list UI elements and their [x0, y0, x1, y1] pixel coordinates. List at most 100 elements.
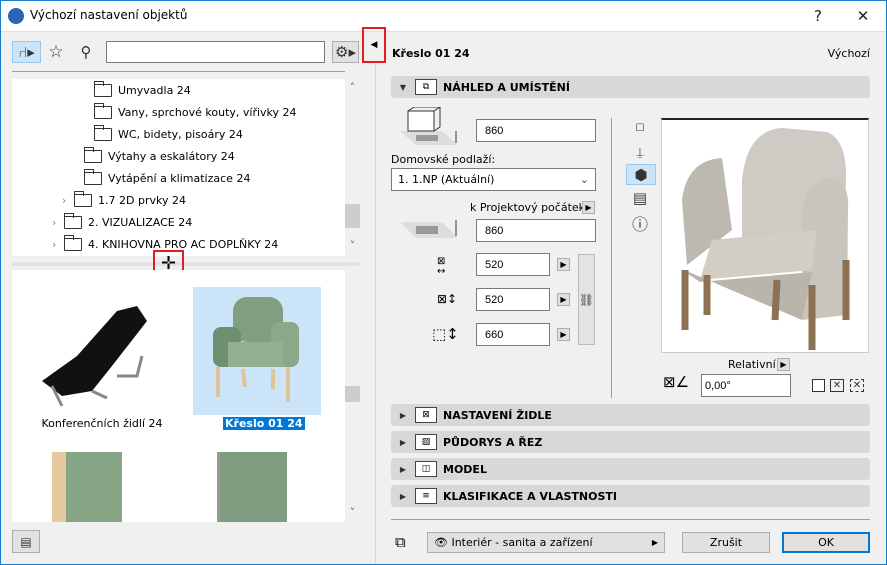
- orientation-options-button[interactable]: ▶: [777, 358, 790, 371]
- folder-icon: [94, 102, 112, 119]
- armchair-image: [213, 297, 299, 402]
- vertical-divider: [611, 118, 612, 398]
- expand-chevron-icon[interactable]: ›: [52, 216, 62, 229]
- thumbnail-label-selected: Křeslo 01 24: [223, 417, 305, 430]
- triangle-right-icon: ▶: [399, 491, 407, 501]
- object-thumbnails: Konferenčních židlí 24 Křeslo 01 24: [12, 270, 345, 522]
- depth-input[interactable]: [476, 288, 550, 311]
- mirror-none-checkbox[interactable]: [812, 379, 825, 392]
- depth-icon: ⊠↕: [437, 292, 458, 306]
- thumbnail-scrollbar[interactable]: ˅: [345, 270, 360, 522]
- tree-item[interactable]: Umyvadla 24: [82, 79, 191, 101]
- help-button[interactable]: ?: [803, 4, 833, 28]
- triangle-right-icon: ▶: [399, 410, 407, 420]
- folder-icon: [74, 190, 92, 207]
- section-floorplan[interactable]: ▶ ▨ PŮDORYS A ŘEZ: [391, 431, 870, 453]
- triangle-right-icon: ▶: [560, 330, 567, 339]
- chair-settings-icon: ⊠: [415, 407, 437, 423]
- section-title: NASTAVENÍ ŽIDLE: [443, 408, 552, 422]
- preview-placement-icon: ⧉: [415, 79, 437, 95]
- collapse-panel-button[interactable]: ◀: [362, 27, 386, 63]
- tree-item[interactable]: Vany, sprchové kouty, vířivky 24: [82, 101, 297, 123]
- width-options-button[interactable]: ▶: [557, 258, 570, 271]
- tree-scrollbar[interactable]: ˄ ˅: [345, 79, 360, 256]
- scroll-down-icon[interactable]: ˅: [345, 506, 360, 519]
- height-input[interactable]: [476, 323, 550, 346]
- info-button[interactable]: ⓘ: [628, 213, 652, 234]
- lounge-chair-image: [42, 306, 147, 407]
- ok-button[interactable]: OK: [782, 532, 870, 553]
- mirror-dashed-checkbox[interactable]: ✕: [850, 379, 864, 392]
- triangle-right-icon: ▶: [651, 538, 658, 547]
- scrollbar-thumb[interactable]: [345, 204, 360, 228]
- square-icon: ☐: [635, 122, 645, 134]
- library-manager-button[interactable]: ▤: [12, 530, 40, 553]
- info-icon: ⓘ: [631, 215, 648, 234]
- tree-item-label: Vytápění a klimatizace 24: [108, 171, 251, 185]
- thumbnail-chair-3[interactable]: [52, 452, 122, 522]
- height-options-button[interactable]: ▶: [557, 328, 570, 341]
- reference-elevation-input[interactable]: [476, 219, 596, 242]
- tree-item-label: WC, bidety, pisoáry 24: [118, 127, 243, 141]
- favorites-button[interactable]: ☆: [45, 41, 67, 63]
- layer-value: Interiér - sanita a zařízení: [451, 536, 593, 549]
- home-story-label: Domovské podlaží:: [391, 153, 496, 166]
- section-model[interactable]: ▶ ◫ MODEL: [391, 458, 870, 480]
- close-button[interactable]: ✕: [848, 4, 878, 28]
- divider: [12, 71, 345, 72]
- eye-icon: 👁: [434, 536, 448, 549]
- search-icon: ⚲: [80, 43, 92, 61]
- search-input[interactable]: [106, 41, 325, 63]
- tree-item[interactable]: Výtahy a eskalátory 24: [72, 145, 235, 167]
- expand-chevron-icon[interactable]: ›: [52, 238, 62, 251]
- scroll-up-icon[interactable]: ˄: [345, 81, 360, 94]
- section-preview-header[interactable]: ▼ ⧉ NÁHLED A UMÍSTĚNÍ: [391, 76, 870, 98]
- floorplan-section-icon: ▨: [415, 434, 437, 450]
- thumbnail-lounge-chair[interactable]: [22, 286, 172, 416]
- view-3d-button[interactable]: ⬢: [626, 164, 656, 185]
- star-icon: ☆: [48, 42, 64, 62]
- tree-item[interactable]: › 2. VIZUALIZACE 24: [52, 211, 192, 233]
- tree-item[interactable]: Vytápění a klimatizace 24: [72, 167, 250, 189]
- folder-icon: [94, 80, 112, 97]
- expand-chevron-icon[interactable]: ›: [62, 194, 72, 207]
- title-bar: Výchozí nastavení objektů ? ✕: [0, 0, 887, 32]
- tree-item[interactable]: WC, bidety, pisoáry 24: [82, 123, 243, 145]
- section-classification[interactable]: ▶ ≡ KLASIFIKACE A VLASTNOSTI: [391, 485, 870, 507]
- orientation-label: Relativní: [728, 358, 776, 371]
- tree-item-label: 1.7 2D prvky 24: [98, 193, 186, 207]
- angle-input[interactable]: [701, 374, 791, 397]
- search-button[interactable]: ⚲: [75, 41, 97, 63]
- link-proportions-button[interactable]: ⛓: [578, 254, 595, 345]
- pane-splitter[interactable]: [12, 262, 360, 266]
- reference-options-button[interactable]: ▶: [582, 201, 595, 214]
- layer-select[interactable]: 👁 Interiér - sanita a zařízení ▶: [427, 532, 665, 553]
- view-elevation-button[interactable]: ▤: [628, 188, 652, 208]
- view-floorplan-button[interactable]: ☐: [628, 118, 652, 138]
- cancel-button[interactable]: Zrušit: [682, 532, 770, 553]
- tree-item-label: Umyvadla 24: [118, 83, 191, 97]
- library-chair-button[interactable]: ⑁▸: [12, 41, 41, 63]
- elevation-icon: [400, 107, 458, 145]
- scrollbar-thumb[interactable]: [345, 386, 360, 402]
- width-input[interactable]: [476, 253, 550, 276]
- mirror-checkbox[interactable]: ✕: [830, 379, 844, 392]
- thumbnail-chair-4[interactable]: [217, 452, 287, 522]
- elevation-input[interactable]: [476, 119, 596, 142]
- thumbnail-armchair[interactable]: [193, 287, 321, 415]
- view-section-button[interactable]: ⍊: [628, 142, 652, 162]
- rotation-angle-icon: ⊠∠: [663, 373, 690, 391]
- triangle-right-icon: ▶: [560, 260, 567, 269]
- tree-item[interactable]: › 1.7 2D prvky 24: [62, 189, 186, 211]
- depth-options-button[interactable]: ▶: [557, 293, 570, 306]
- home-story-select[interactable]: 1. 1.NP (Aktuální) ⌄: [391, 168, 596, 191]
- scroll-down-icon[interactable]: ˅: [345, 239, 360, 252]
- chevron-down-icon: ⌄: [579, 173, 589, 186]
- object-preview: [661, 118, 869, 353]
- section-chair-settings[interactable]: ▶ ⊠ NASTAVENÍ ŽIDLE: [391, 404, 870, 426]
- section-icon: ⍊: [636, 144, 644, 159]
- tree-item-label: Výtahy a eskalátory 24: [108, 149, 235, 163]
- tree-item-label: 4. KNIHOVNA PRO AC DOPLŇKY 24: [88, 237, 279, 251]
- tree-item-label: 2. VIZUALIZACE 24: [88, 215, 193, 229]
- settings-button[interactable]: ⚙▸: [332, 41, 359, 63]
